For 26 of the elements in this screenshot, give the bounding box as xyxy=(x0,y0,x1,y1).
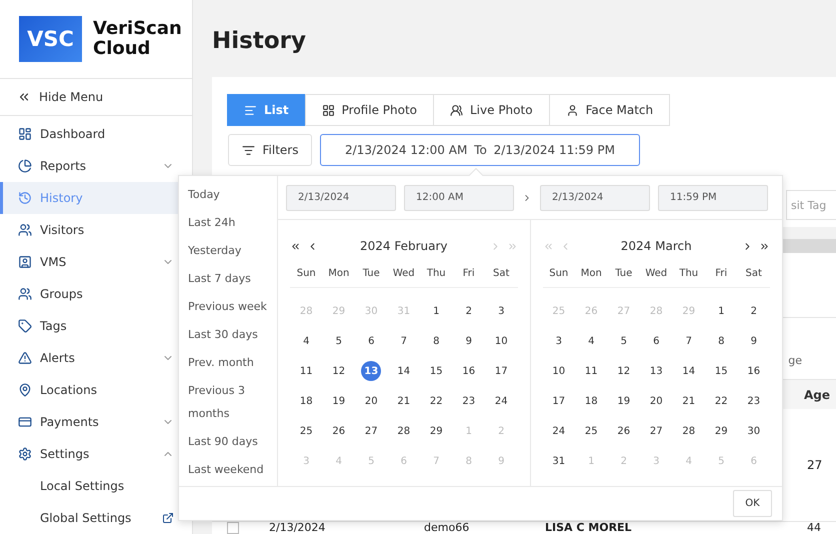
table-cell-text: 27 xyxy=(807,459,824,471)
table-cell-text: demo66 xyxy=(424,522,470,534)
column-header: Age xyxy=(804,388,830,402)
weekday-label: Fri xyxy=(452,260,485,288)
page-title: History xyxy=(212,26,307,56)
weekday-label: Sun xyxy=(290,260,322,288)
weekday-label: Mon xyxy=(322,260,355,288)
logo-name: VeriScan Cloud xyxy=(93,18,183,59)
weekday-label: Mon xyxy=(575,260,608,288)
weekday-label: Sun xyxy=(542,260,575,288)
weekday-label: Tue xyxy=(608,260,640,288)
weekday-label: Thu xyxy=(672,260,705,288)
weekday-label: Fri xyxy=(705,260,738,288)
weekday-label: Wed xyxy=(388,260,420,288)
table-cell-text: 2/13/2024 xyxy=(269,522,326,534)
weekday-label: Thu xyxy=(420,260,452,288)
month-title: 2024 March xyxy=(620,239,693,253)
column-header: ge xyxy=(788,354,802,367)
weekday-label: Sat xyxy=(738,260,770,288)
month-title: 2024 February xyxy=(358,239,449,253)
weekday-label: Tue xyxy=(355,260,388,288)
logo-mark: VSC xyxy=(19,16,82,62)
table-cell-text: LISA C MOREL xyxy=(545,522,633,534)
table-cell-text: 44 xyxy=(807,522,822,534)
weekday-label: Wed xyxy=(640,260,672,288)
weekday-label: Sat xyxy=(485,260,518,288)
